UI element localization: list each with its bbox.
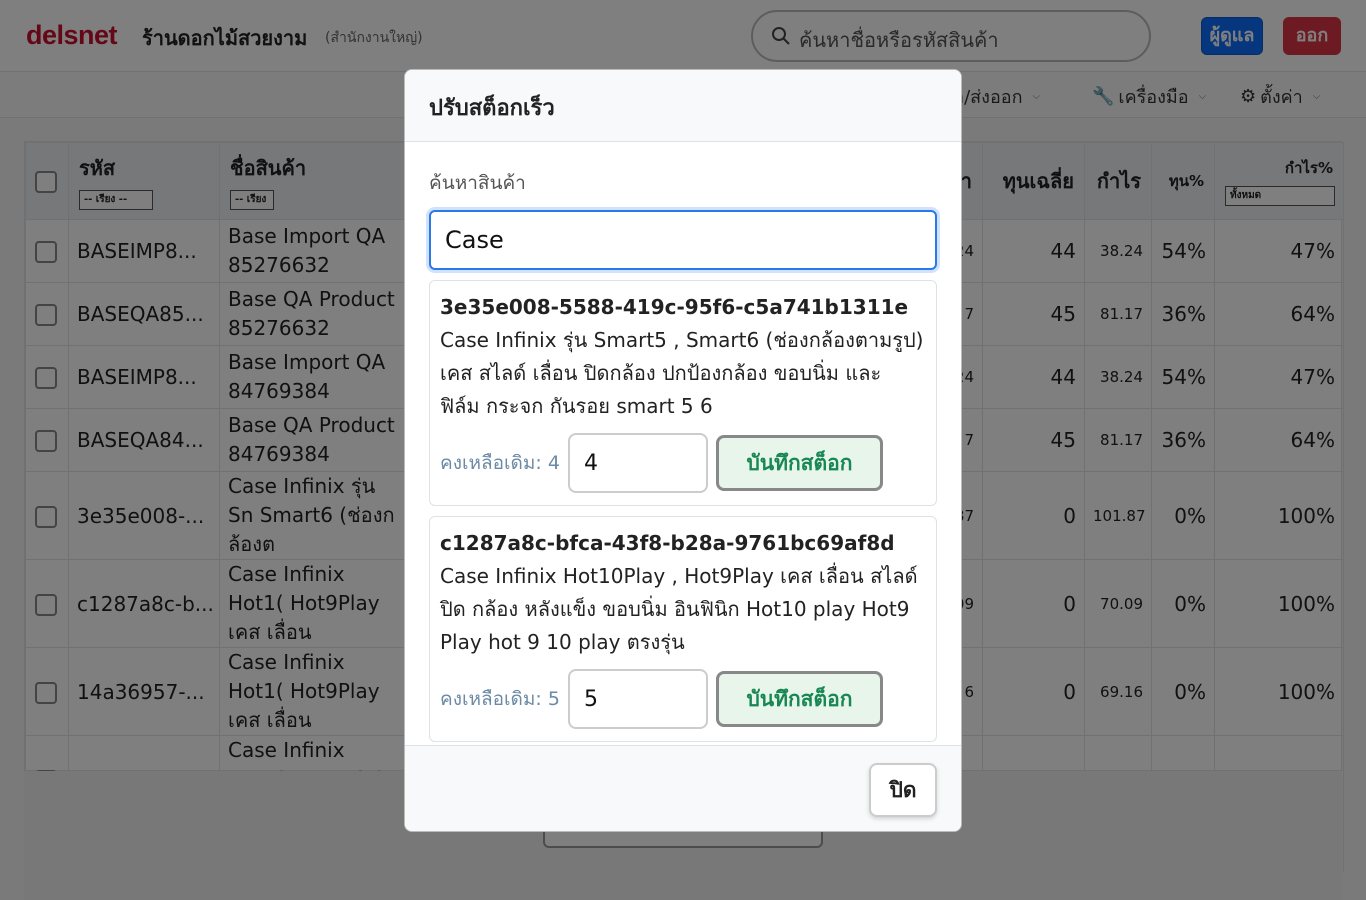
stock-row: คงเหลือเดิม: 4 บันทึกสต็อก: [440, 433, 926, 493]
product-search-input[interactable]: [429, 210, 937, 270]
product-code: c1287a8c-bfca-43f8-b28a-9761bc69af8d: [440, 531, 895, 555]
modal-header: ปรับสต็อกเร็ว: [405, 70, 961, 142]
product-code: 3e35e008-5588-419c-95f6-c5a741b1311e: [440, 295, 909, 319]
stock-row: คงเหลือเดิม: 5 บันทึกสต็อก: [440, 669, 926, 729]
quick-stock-modal: ปรับสต็อกเร็ว ค้นหาสินค้า 3e35e008-5588-…: [404, 69, 962, 832]
stock-quantity-input[interactable]: [567, 433, 708, 493]
product-description: c1287a8c-bfca-43f8-b28a-9761bc69af8d Cas…: [440, 527, 926, 659]
product-result-card: c1287a8c-bfca-43f8-b28a-9761bc69af8d Cas…: [429, 516, 937, 742]
product-description: 3e35e008-5588-419c-95f6-c5a741b1311e Cas…: [440, 291, 926, 423]
remaining-stock-label: คงเหลือเดิม: 5: [440, 688, 560, 710]
product-search-label: ค้นหาสินค้า: [429, 172, 526, 194]
product-name: Case Infinix Hot10Play , Hot9Play เคส เล…: [440, 564, 918, 654]
stock-quantity-input[interactable]: [567, 669, 708, 729]
save-stock-button[interactable]: บันทึกสต็อก: [715, 671, 883, 727]
modal-title: ปรับสต็อกเร็ว: [429, 96, 555, 121]
close-button[interactable]: ปิด: [869, 763, 937, 817]
remaining-stock-label: คงเหลือเดิม: 4: [440, 452, 560, 474]
save-stock-button[interactable]: บันทึกสต็อก: [715, 435, 883, 491]
product-result-card: 3e35e008-5588-419c-95f6-c5a741b1311e Cas…: [429, 280, 937, 506]
modal-footer: ปิด: [405, 745, 961, 831]
product-name: Case Infinix รุ่น Smart5 , Smart6 (ช่องก…: [440, 328, 924, 418]
modal-body: ค้นหาสินค้า 3e35e008-5588-419c-95f6-c5a7…: [405, 142, 961, 745]
